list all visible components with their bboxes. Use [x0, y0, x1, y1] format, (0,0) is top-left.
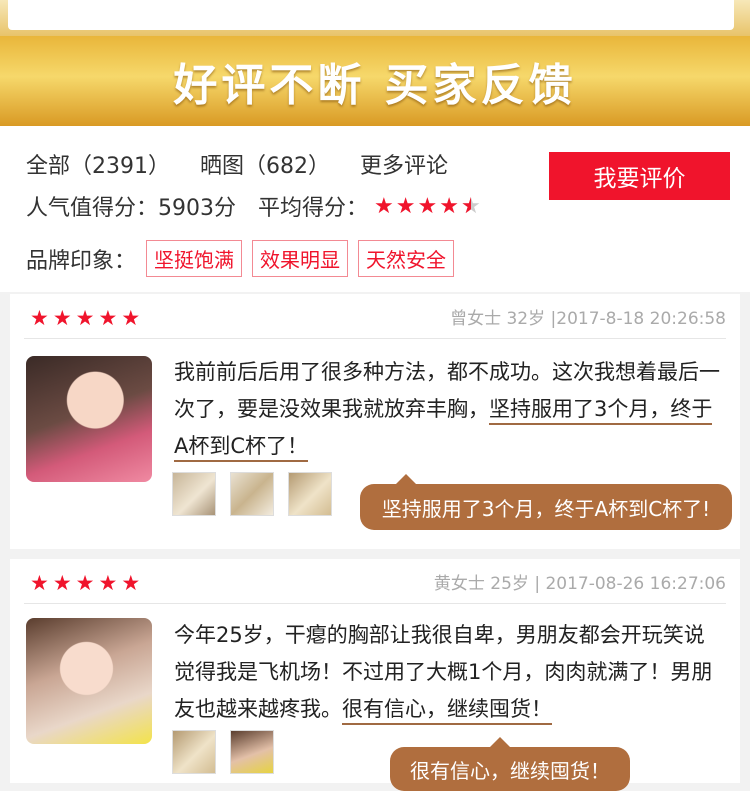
star-icon: ★ — [374, 193, 394, 219]
review-text-highlight: 很有信心，继续囤货！ — [342, 697, 552, 725]
star-icon: ★ — [121, 306, 141, 330]
review-photo-thumbnail[interactable] — [172, 730, 216, 774]
filter-photos[interactable]: 晒图（682） — [200, 154, 330, 179]
write-review-button[interactable]: 我要评价 — [549, 152, 730, 200]
reviewer-name: 曾女士 32岁 — [450, 309, 546, 329]
brand-impression-label: 品牌印象： — [26, 248, 137, 274]
review-photo-thumbnail[interactable] — [172, 472, 216, 516]
review-summary: 全部（2391） 晒图（682） 更多评论 我要评价 人气值得分：5903分 平均得… — [0, 126, 750, 292]
reviewer-avatar — [26, 356, 152, 482]
filter-row: 全部（2391） 晒图（682） 更多评论 — [26, 148, 478, 180]
highlight-bubble: 坚持服用了3个月，终于A杯到C杯了! — [360, 474, 732, 530]
star-icon: ★ — [98, 306, 118, 330]
star-icon: ★ — [121, 571, 141, 595]
star-icon: ★ — [395, 193, 416, 219]
star-icon: ★ — [30, 306, 49, 330]
reviewer-avatar — [26, 618, 152, 744]
impression-tag[interactable]: 天然安全 — [358, 240, 455, 277]
impression-tag[interactable]: 效果明显 — [252, 240, 349, 277]
brand-impression-row: 品牌印象： 坚挺饱满 效果明显 天然安全 — [26, 240, 455, 277]
review-rating-stars: ★ ★ ★ ★ ★ — [30, 306, 144, 330]
review-rating-stars: ★ ★ ★ ★ ★ — [30, 571, 144, 595]
filter-all[interactable]: 全部（2391） — [26, 154, 170, 179]
banner-title: 好评不断 买家反馈 — [173, 60, 577, 111]
review-card: ★ ★ ★ ★ ★ 黄女士 25岁 | 2017-08-26 16:27:06 今年25… — [10, 559, 740, 791]
review-photos — [172, 472, 346, 516]
star-icon: ★ — [98, 571, 118, 595]
star-icon: ★ — [75, 571, 95, 595]
review-meta: 黄女士 25岁 | 2017-08-26 16:27:06 — [434, 569, 726, 594]
star-icon: ★ — [30, 571, 49, 595]
divider — [24, 338, 726, 339]
star-icon: ★ — [52, 306, 72, 330]
star-icon: ★ — [417, 193, 438, 219]
average-label: 平均得分： — [258, 196, 369, 221]
review-photo-thumbnail[interactable] — [288, 472, 332, 516]
impression-tag[interactable]: 坚挺饱满 — [146, 240, 243, 277]
review-photo-thumbnail[interactable] — [230, 730, 274, 774]
section-banner: 好评不断 买家反馈 — [0, 36, 750, 126]
review-card: ★ ★ ★ ★ ★ 曾女士 32岁 |2017-8-18 20:26:58 我前前后后用… — [10, 294, 740, 549]
previous-section-card — [8, 0, 734, 30]
review-photos — [172, 730, 288, 774]
review-date: |2017-8-18 20:26:58 — [550, 309, 726, 329]
divider — [24, 603, 726, 604]
half-star-icon: ★ — [461, 194, 481, 219]
star-icon: ★ — [439, 193, 459, 219]
star-icon: ★ — [75, 306, 95, 330]
popularity-score: 人气值得分：5903分 — [26, 196, 236, 221]
more-reviews-link[interactable]: 更多评论 — [360, 154, 448, 179]
review-photo-thumbnail[interactable] — [230, 472, 274, 516]
reviewer-name: 黄女士 25岁 — [433, 574, 529, 594]
highlight-bubble: 很有信心，继续囤货！ — [390, 737, 630, 791]
score-row: 人气值得分：5903分 平均得分： ★ ★ ★ ★ ★ — [26, 190, 481, 222]
review-date: | 2017-08-26 16:27:06 — [534, 574, 726, 594]
review-text: 我前前后后用了很多种方法，都不成功。这次我想着最后一次了，要是没效果我就放弃丰胸… — [174, 354, 722, 465]
review-meta: 曾女士 32岁 |2017-8-18 20:26:58 — [450, 304, 726, 329]
review-text: 今年25岁，干瘪的胸部让我很自卑，男朋友都会开玩笑说觉得我是飞机场！不过用了大概… — [174, 617, 722, 728]
average-rating-stars: ★ ★ ★ ★ ★ — [374, 194, 481, 219]
star-icon: ★ — [52, 571, 72, 595]
